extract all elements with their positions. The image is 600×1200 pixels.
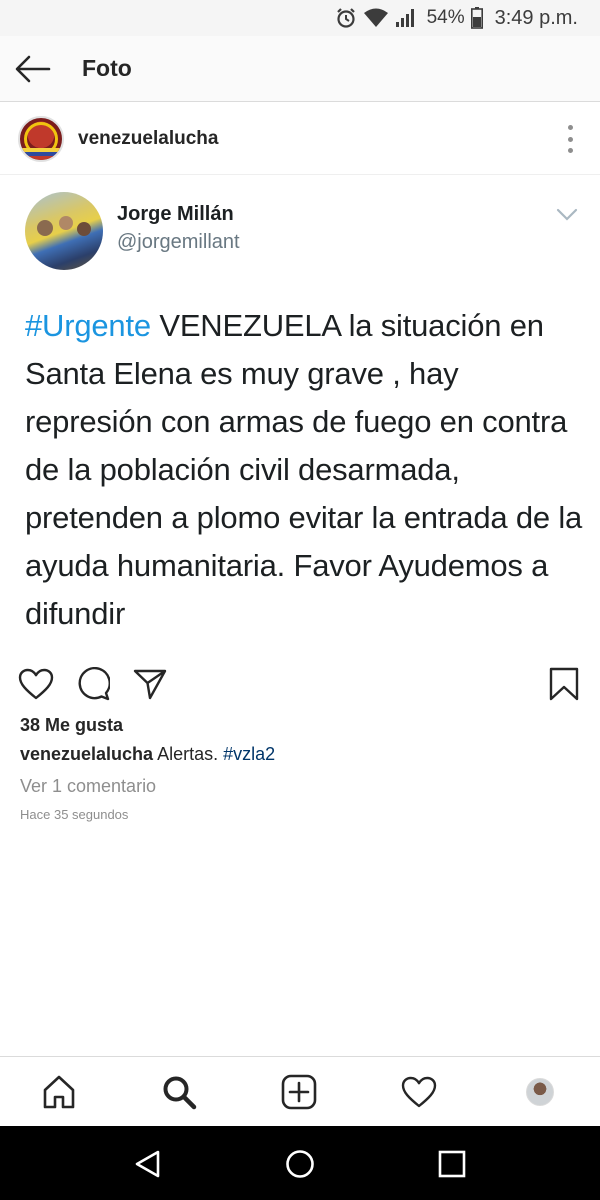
nav-search[interactable] bbox=[158, 1071, 200, 1113]
tweet-hashtag: #Urgente bbox=[25, 308, 151, 343]
tweet-body: VENEZUELA la situación en Santa Elena es… bbox=[25, 308, 583, 631]
system-recents-button[interactable] bbox=[432, 1144, 472, 1184]
tweet-author-handle: @jorgemillant bbox=[117, 231, 240, 253]
tweet-author-avatar bbox=[25, 192, 103, 270]
like-button[interactable] bbox=[16, 664, 56, 704]
wifi-icon bbox=[363, 8, 389, 28]
recents-square-icon bbox=[438, 1150, 466, 1178]
signal-icon bbox=[395, 8, 417, 28]
arrow-left-icon bbox=[15, 55, 51, 82]
share-button[interactable] bbox=[130, 664, 170, 704]
back-triangle-icon bbox=[135, 1150, 160, 1178]
post-image-tweet[interactable]: Jorge Millán @jorgemillant #Urgente VENE… bbox=[0, 176, 600, 652]
caption-text: Alertas. bbox=[153, 744, 224, 764]
battery-percent: 54% bbox=[426, 7, 465, 28]
bottom-nav bbox=[0, 1056, 600, 1126]
system-back-button[interactable] bbox=[128, 1144, 168, 1184]
post-author-avatar[interactable] bbox=[18, 115, 64, 162]
battery-icon bbox=[470, 7, 483, 29]
app-header: Foto bbox=[0, 36, 600, 102]
likes-count[interactable]: 38 Me gusta bbox=[20, 715, 123, 736]
post-header: venezuelalucha bbox=[0, 103, 600, 175]
comment-button[interactable] bbox=[73, 664, 113, 704]
comment-icon bbox=[78, 667, 110, 701]
system-home-button[interactable] bbox=[280, 1144, 320, 1184]
search-icon bbox=[163, 1076, 197, 1110]
home-icon bbox=[43, 1075, 75, 1109]
view-comments-link[interactable]: Ver 1 comentario bbox=[20, 776, 156, 797]
caption-hashtag[interactable]: #vzla2 bbox=[223, 744, 275, 764]
more-vertical-icon[interactable] bbox=[564, 125, 576, 153]
bookmark-button[interactable] bbox=[544, 664, 584, 704]
post-caption: venezuelalucha Alertas. #vzla2 bbox=[20, 744, 275, 765]
tweet-text: #Urgente VENEZUELA la situación en Santa… bbox=[25, 302, 585, 638]
profile-avatar bbox=[526, 1078, 554, 1106]
page-title: Foto bbox=[82, 55, 132, 81]
nav-home[interactable] bbox=[38, 1071, 80, 1113]
post-author-username[interactable]: venezuelalucha bbox=[78, 128, 218, 150]
post-actions bbox=[0, 660, 600, 710]
home-circle-icon bbox=[286, 1150, 314, 1178]
status-bar: 54% 3:49 p.m. bbox=[0, 0, 600, 36]
heart-icon bbox=[18, 668, 54, 700]
nav-activity[interactable] bbox=[398, 1071, 440, 1113]
tweet-author-name: Jorge Millán bbox=[117, 203, 234, 225]
add-post-icon bbox=[281, 1074, 317, 1110]
bookmark-icon bbox=[549, 667, 579, 701]
caption-username[interactable]: venezuelalucha bbox=[20, 744, 153, 764]
nav-profile[interactable] bbox=[519, 1071, 561, 1113]
system-nav-bar bbox=[0, 1126, 600, 1200]
nav-add-post[interactable] bbox=[278, 1071, 320, 1113]
alarm-icon bbox=[335, 7, 357, 29]
status-time: 3:49 p.m. bbox=[494, 6, 578, 29]
post-timestamp: Hace 35 segundos bbox=[20, 807, 129, 822]
share-icon bbox=[133, 669, 167, 700]
chevron-down-icon bbox=[556, 208, 578, 227]
activity-heart-icon bbox=[401, 1076, 437, 1108]
back-button[interactable] bbox=[0, 36, 68, 102]
